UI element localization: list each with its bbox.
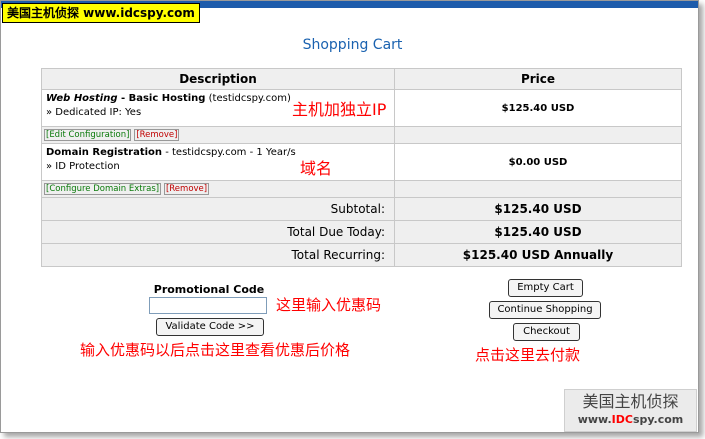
edit-configuration-link[interactable]: [Edit Configuration] bbox=[44, 129, 132, 141]
annotation-checkout: 点击这里去付款 bbox=[475, 346, 581, 364]
item-price: $0.00 USD bbox=[394, 143, 682, 181]
item-sub-option: » Dedicated IP: Yes bbox=[46, 107, 142, 118]
configure-domain-extras-link[interactable]: [Configure Domain Extras] bbox=[44, 183, 162, 195]
item-product-name: Domain Registration bbox=[46, 147, 163, 158]
cart-item-row: Domain Registration - testidcspy.com - 1… bbox=[41, 143, 682, 181]
annotation-promo-validate: 输入优惠码以后点击这里查看优惠后价格 bbox=[80, 341, 351, 359]
item-actions: [Configure Domain Extras] [Remove] bbox=[41, 180, 395, 198]
item-detail: - testidcspy.com - 1 Year/s bbox=[162, 147, 296, 158]
total-due-label: Total Due Today: bbox=[41, 220, 395, 244]
item-product-group: Web Hosting bbox=[46, 93, 118, 104]
subtotal-label: Subtotal: bbox=[41, 197, 395, 221]
item-sub-option: » ID Protection bbox=[46, 161, 120, 172]
watermark-bottom-title: 美国主机侦探 bbox=[582, 392, 679, 411]
annotation-hosting: 主机加独立IP bbox=[292, 100, 387, 119]
watermark-bottom-url: www.IDCspy.com bbox=[577, 413, 684, 426]
promo-code-label: Promotional Code bbox=[153, 283, 265, 296]
promo-code-input[interactable] bbox=[149, 297, 267, 314]
checkout-button[interactable]: Checkout bbox=[513, 323, 580, 341]
page-title: Shopping Cart bbox=[302, 37, 403, 53]
item-actions-spacer bbox=[394, 180, 682, 198]
total-recurring-value: $125.40 USD Annually bbox=[394, 243, 682, 267]
item-price: $125.40 USD bbox=[394, 89, 682, 127]
item-actions-row: [Configure Domain Extras] [Remove] bbox=[41, 180, 682, 198]
remove-link[interactable]: [Remove] bbox=[134, 129, 180, 141]
subtotal-value: $125.40 USD bbox=[394, 197, 682, 221]
item-product-name: - Basic Hosting bbox=[117, 93, 206, 104]
watermark-top: 美国主机侦探 www.idcspy.com bbox=[2, 3, 200, 23]
cart-header-row: Description Price bbox=[41, 68, 682, 90]
col-price-header: Price bbox=[394, 68, 682, 90]
col-description-header: Description bbox=[41, 68, 395, 90]
total-due-value: $125.40 USD bbox=[394, 220, 682, 244]
validate-code-button[interactable]: Validate Code >> bbox=[156, 318, 264, 336]
item-actions: [Edit Configuration] [Remove] bbox=[41, 126, 395, 144]
continue-shopping-button[interactable]: Continue Shopping bbox=[489, 301, 601, 319]
subtotal-row: Subtotal: $125.40 USD bbox=[41, 197, 682, 221]
empty-cart-button[interactable]: Empty Cart bbox=[508, 279, 583, 297]
annotation-promo-input: 这里输入优惠码 bbox=[276, 296, 382, 314]
remove-link[interactable]: [Remove] bbox=[163, 183, 210, 195]
item-domain: (testidcspy.com) bbox=[205, 93, 291, 104]
item-actions-row: [Edit Configuration] [Remove] bbox=[41, 126, 682, 144]
annotation-domain: 域名 bbox=[300, 159, 333, 178]
total-recurring-row: Total Recurring: $125.40 USD Annually bbox=[41, 243, 682, 267]
total-due-row: Total Due Today: $125.40 USD bbox=[41, 220, 682, 244]
item-description: Domain Registration - testidcspy.com - 1… bbox=[41, 143, 395, 181]
watermark-bottom: 美国主机侦探 www.IDCspy.com bbox=[564, 389, 697, 432]
total-recurring-label: Total Recurring: bbox=[41, 243, 395, 267]
item-actions-spacer bbox=[394, 126, 682, 144]
